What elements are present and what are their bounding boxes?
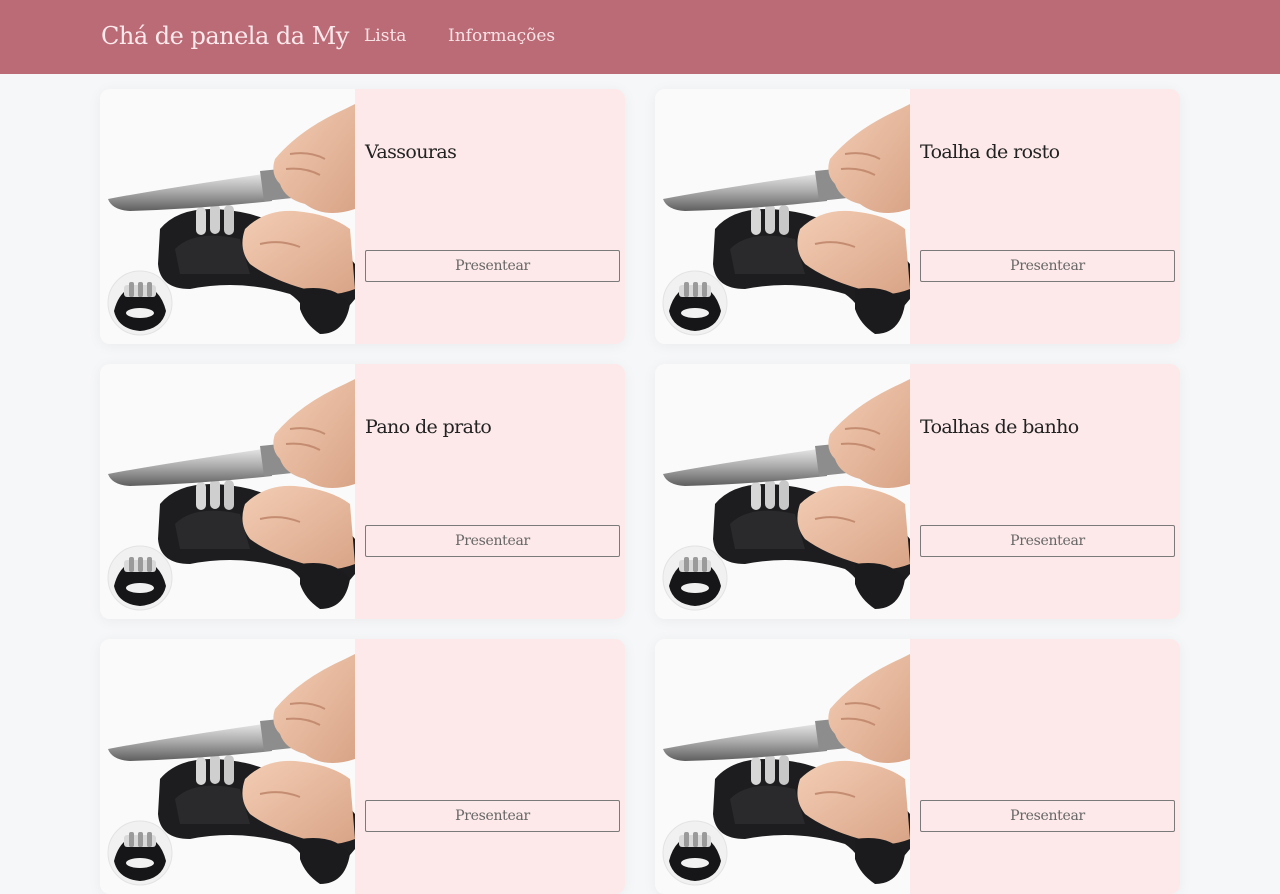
- gift-card: Presentear: [655, 639, 1180, 894]
- presentear-button[interactable]: Presentear: [365, 525, 620, 557]
- gift-title: Vassouras: [365, 141, 457, 163]
- knife-sharpener-image: [655, 364, 910, 619]
- gift-card: Toalha de rosto Presentear: [655, 89, 1180, 344]
- gift-card: Pano de prato Presentear: [100, 364, 625, 619]
- knife-sharpener-image: [100, 89, 355, 344]
- knife-sharpener-image: [100, 364, 355, 619]
- gift-card: Toalhas de banho Presentear: [655, 364, 1180, 619]
- gift-card: Vassouras Presentear: [100, 89, 625, 344]
- presentear-button[interactable]: Presentear: [365, 250, 620, 282]
- gift-title: Pano de prato: [365, 416, 492, 438]
- knife-sharpener-image: [100, 639, 355, 894]
- top-navbar: Chá de panela da My Lista Informações: [0, 0, 1280, 74]
- nav-link-informacoes[interactable]: Informações: [448, 0, 555, 72]
- gift-card: Presentear: [100, 639, 625, 894]
- presentear-button[interactable]: Presentear: [365, 800, 620, 832]
- presentear-button[interactable]: Presentear: [920, 525, 1175, 557]
- gift-title: Toalhas de banho: [920, 416, 1079, 438]
- presentear-button[interactable]: Presentear: [920, 800, 1175, 832]
- nav-link-lista[interactable]: Lista: [364, 0, 406, 72]
- knife-sharpener-image: [655, 639, 910, 894]
- gift-title: Toalha de rosto: [920, 141, 1060, 163]
- knife-sharpener-image: [655, 89, 910, 344]
- presentear-button[interactable]: Presentear: [920, 250, 1175, 282]
- brand-title[interactable]: Chá de panela da My: [101, 0, 349, 72]
